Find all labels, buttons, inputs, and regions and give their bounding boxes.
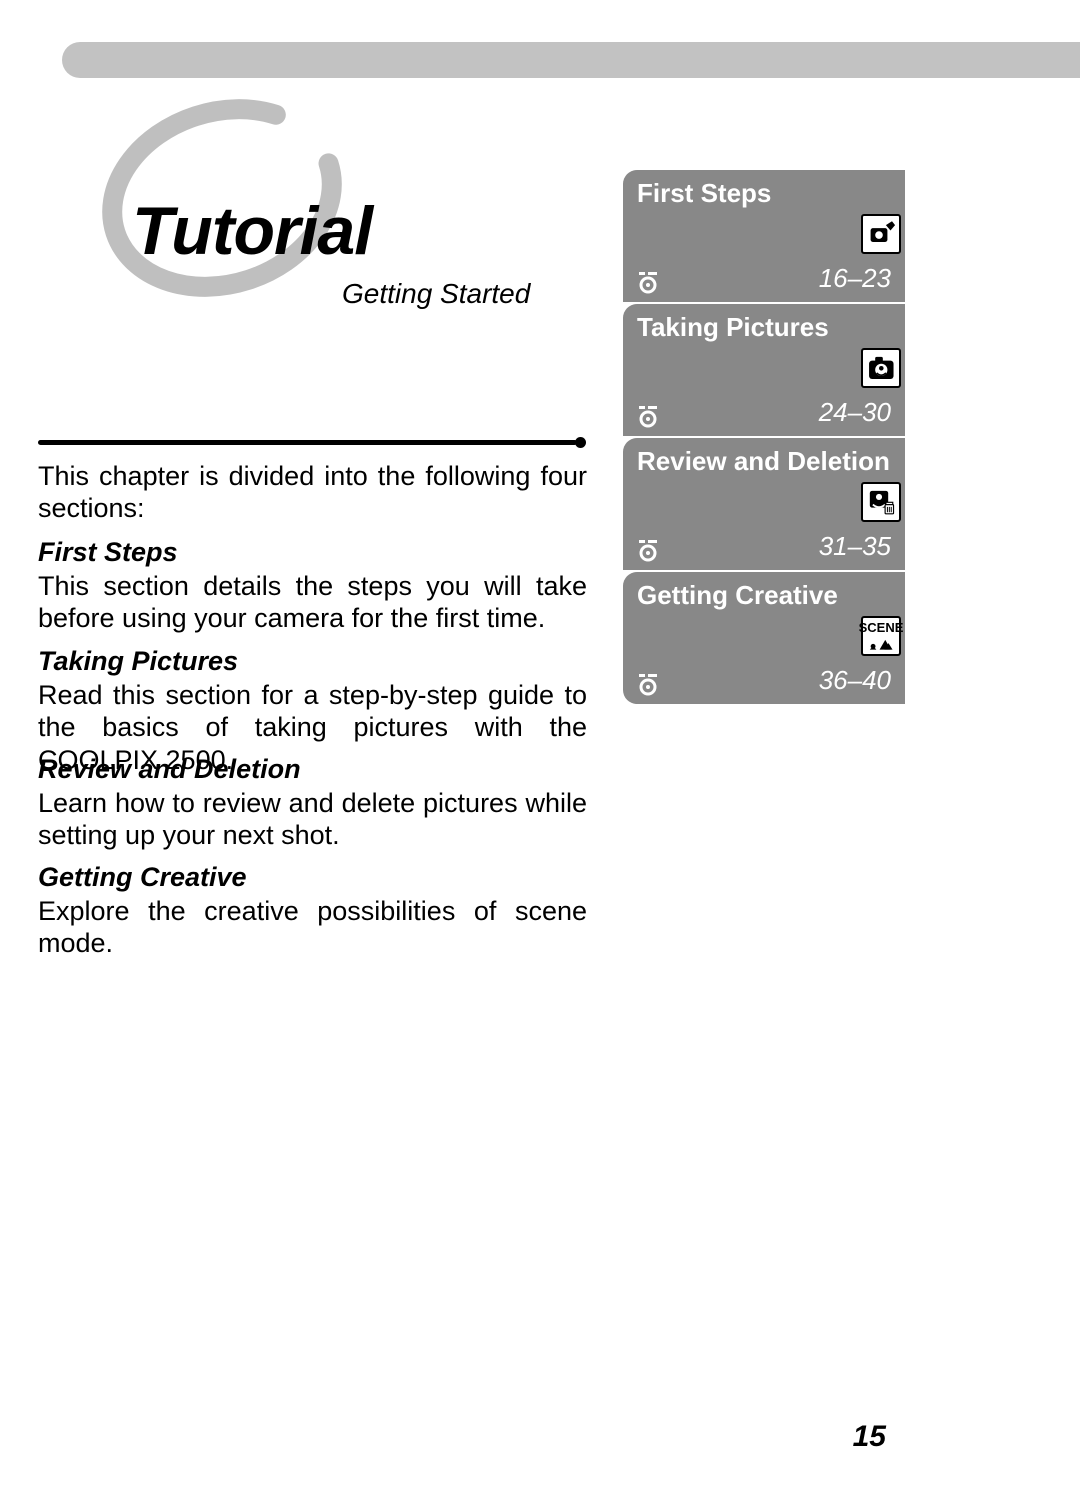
- tab-pages: 16–23: [819, 263, 891, 294]
- scene-icon: SCENE: [861, 616, 901, 656]
- xref-icon: [633, 668, 663, 696]
- tab-review-deletion: Review and Deletion 31–35: [623, 438, 905, 570]
- section-body: Learn how to review and delete pictures …: [38, 787, 587, 852]
- manual-page: Tutorial Getting Started This chapter is…: [0, 0, 1080, 1486]
- section-heading: Review and Deletion: [38, 754, 587, 785]
- tab-taking-pictures: Taking Pictures 24–30: [623, 304, 905, 436]
- tab-getting-creative: Getting Creative SCENE 36–40: [623, 572, 905, 704]
- tab-title: Getting Creative: [637, 580, 838, 611]
- chapter-tabs: First Steps 16–23 Taking Pictures 24–30 …: [623, 170, 905, 706]
- camera-face-icon: [861, 348, 901, 388]
- tab-first-steps: First Steps 16–23: [623, 170, 905, 302]
- section-first-steps: First Steps This section details the ste…: [38, 537, 587, 635]
- section-body: This section details the steps you will …: [38, 570, 587, 635]
- intro-text: This chapter is divided into the followi…: [38, 460, 587, 525]
- section-heading: Taking Pictures: [38, 646, 587, 677]
- page-number: 15: [853, 1420, 886, 1454]
- section-review-deletion: Review and Deletion Learn how to review …: [38, 754, 587, 852]
- xref-icon: [633, 534, 663, 562]
- camera-hand-icon: [861, 214, 901, 254]
- page-title: Tutorial: [132, 192, 372, 270]
- section-divider: [38, 437, 586, 447]
- section-body: Explore the creative possibilities of sc…: [38, 895, 587, 960]
- tab-title: First Steps: [637, 178, 771, 209]
- section-heading: First Steps: [38, 537, 587, 568]
- tab-title: Review and Deletion: [637, 446, 890, 477]
- scene-label: SCENE: [859, 621, 904, 634]
- tab-pages: 24–30: [819, 397, 891, 428]
- xref-icon: [633, 266, 663, 294]
- delete-photo-icon: [861, 482, 901, 522]
- header-bar: [62, 42, 1080, 78]
- page-subtitle: Getting Started: [342, 278, 530, 310]
- section-getting-creative: Getting Creative Explore the creative po…: [38, 862, 587, 960]
- tab-title: Taking Pictures: [637, 312, 829, 343]
- section-heading: Getting Creative: [38, 862, 587, 893]
- tab-pages: 36–40: [819, 665, 891, 696]
- xref-icon: [633, 400, 663, 428]
- tab-pages: 31–35: [819, 531, 891, 562]
